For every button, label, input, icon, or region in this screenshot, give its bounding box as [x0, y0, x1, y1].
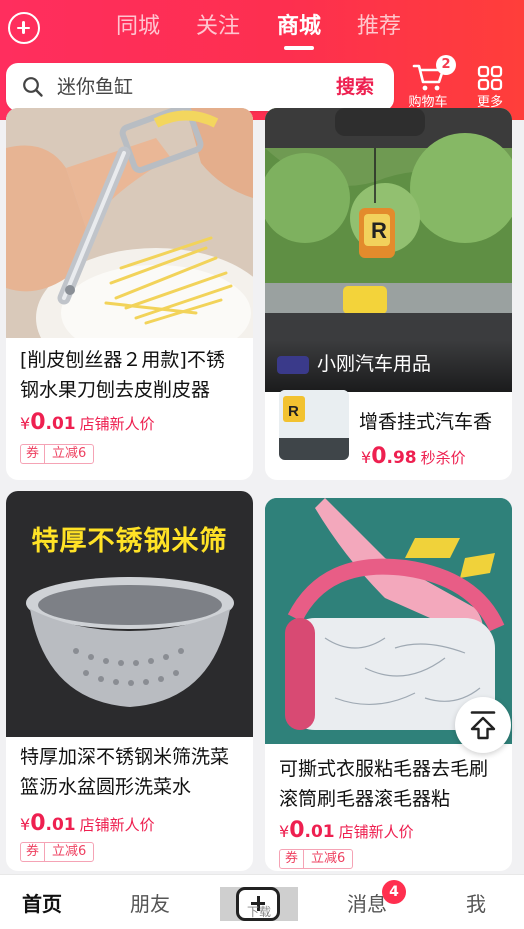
price-row: ¥0.01 店铺新人价	[20, 410, 155, 440]
shop-name: 小刚汽车用品	[317, 353, 432, 375]
coupon-badge: 券 立减6	[20, 842, 95, 862]
nav-me[interactable]: 我	[441, 890, 511, 918]
nav-create-button[interactable]: 下载	[220, 887, 298, 921]
cart-count-badge: 2	[436, 55, 456, 75]
tab-tuijian[interactable]: 推荐	[350, 12, 408, 42]
price-integer: 0	[289, 818, 305, 843]
price-integer: 0	[30, 410, 46, 435]
svg-text:R: R	[288, 403, 299, 420]
coupon-badge: 券 立减6	[279, 849, 354, 869]
thumbnail-image: R	[279, 390, 349, 460]
coupon-value: 立减6	[52, 844, 87, 859]
product-card-colander[interactable]: 特厚不锈钢米筛 特厚加深不锈钢米筛洗菜篮沥水盆圆形洗菜水 ¥0.01 店铺新人价 …	[6, 491, 253, 871]
nav-home[interactable]: 首页	[7, 890, 77, 918]
price-tag: 店铺新人价	[79, 415, 155, 433]
product-title: [削皮刨丝器２用款]不锈钢水果刀刨去皮削皮器	[20, 349, 225, 401]
coupon-value: 立减6	[311, 851, 346, 866]
search-bar[interactable]: 迷你鱼缸 搜索	[6, 63, 394, 111]
message-count-badge: 4	[382, 880, 406, 904]
price-tag: 秒杀价	[420, 449, 466, 467]
tab-tongcheng[interactable]: 同城	[110, 12, 166, 42]
currency-symbol: ¥	[279, 822, 290, 841]
product-title: 增香挂式汽车香	[359, 411, 493, 433]
search-input[interactable]: 迷你鱼缸	[57, 74, 133, 100]
add-plus-icon[interactable]	[8, 12, 40, 44]
price-decimal: .01	[45, 815, 76, 835]
currency-symbol: ¥	[20, 815, 31, 834]
product-card-peeler[interactable]: [削皮刨丝器２用款]不锈钢水果刀刨去皮削皮器 ¥0.01 店铺新人价 券 立减6	[6, 108, 253, 480]
bottom-navigation: 首页 朋友 下载 消息 我	[0, 874, 524, 929]
product-card-car-fragrance[interactable]: R 小刚汽车用品 R 增香挂式汽车香 ¥0.98 秒杀价	[265, 108, 512, 480]
image-headline: 特厚不锈钢米筛	[31, 526, 228, 557]
coupon-label: 券	[21, 843, 46, 861]
price-row: ¥0.01 店铺新人价	[20, 811, 155, 841]
price-decimal: .01	[45, 414, 76, 434]
coupon-value: 立减6	[52, 446, 87, 461]
peeler-photo	[6, 108, 253, 338]
tab-guanzhu[interactable]: 关注	[190, 12, 246, 42]
product-image: R 小刚汽车用品	[265, 108, 512, 392]
tab-shangcheng[interactable]: 商城	[270, 12, 328, 42]
product-image	[6, 108, 253, 338]
price-decimal: .01	[304, 822, 335, 842]
product-card-lint-roller[interactable]: 可撕式衣服粘毛器去毛刷滚筒刷毛器滚毛器粘 ¥0.01 店铺新人价 券 立减6	[265, 498, 512, 871]
arrow-up-icon	[470, 711, 496, 740]
product-title: 可撕式衣服粘毛器去毛刷滚筒刷毛器滚毛器粘	[279, 758, 489, 810]
price-integer: 0	[30, 811, 46, 836]
nav-friends[interactable]: 朋友	[115, 890, 185, 918]
price-row: ¥0.01 店铺新人价	[279, 818, 414, 848]
price-decimal: .98	[386, 448, 417, 468]
price-tag: 店铺新人价	[79, 816, 155, 834]
currency-symbol: ¥	[361, 448, 372, 467]
product-title: 特厚加深不锈钢米筛洗菜篮沥水盆圆形洗菜水	[20, 746, 230, 798]
search-icon	[23, 77, 43, 97]
shop-caption-overlay: 小刚汽车用品	[265, 340, 512, 392]
search-button[interactable]: 搜索	[336, 74, 374, 100]
colander-photo	[26, 577, 234, 707]
price-tag: 店铺新人价	[338, 823, 414, 841]
top-header: 同城 关注 商城 推荐 迷你鱼缸 搜索 2 购物车 更多	[0, 0, 524, 120]
scroll-to-top-button[interactable]	[455, 697, 511, 753]
download-label: 下载	[246, 905, 271, 919]
product-thumbnail: R	[279, 390, 349, 460]
coupon-badge: 券 立减6	[20, 444, 95, 464]
product-image: 特厚不锈钢米筛	[6, 491, 253, 737]
currency-symbol: ¥	[20, 414, 31, 433]
top-tabs-row: 同城 关注 商城 推荐	[0, 0, 524, 55]
grid-more-icon	[477, 65, 503, 91]
active-tab-indicator	[284, 46, 314, 50]
svg-text:R: R	[371, 218, 387, 243]
coupon-label: 券	[21, 445, 46, 463]
price-row: ¥0.98 秒杀价	[361, 444, 466, 474]
price-integer: 0	[371, 444, 387, 469]
coupon-label: 券	[280, 850, 305, 868]
shop-logo	[277, 356, 309, 374]
